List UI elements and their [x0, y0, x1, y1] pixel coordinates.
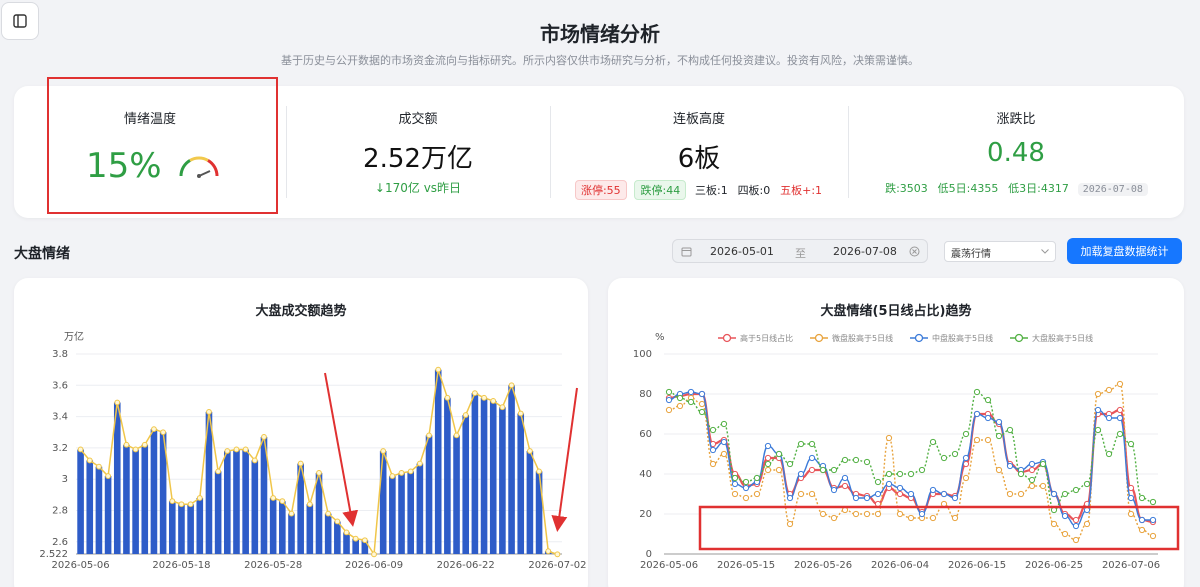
annotation-box: [698, 505, 1180, 551]
annotation-arrow: [551, 387, 578, 532]
annotation-layer: [324, 372, 1180, 551]
annotation-arrow: [324, 372, 359, 527]
